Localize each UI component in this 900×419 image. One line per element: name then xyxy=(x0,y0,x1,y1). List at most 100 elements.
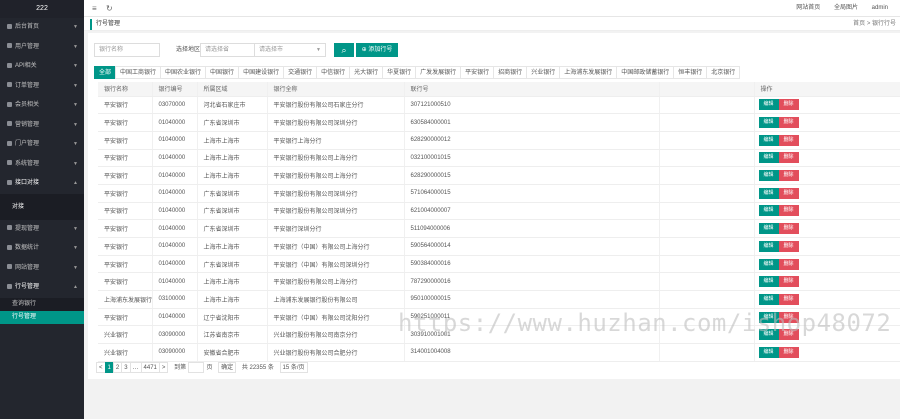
edit-button[interactable]: 编辑 xyxy=(758,134,779,146)
bank-tab-10[interactable]: 平安银行 xyxy=(460,66,495,79)
bank-tab-13[interactable]: 上海浦东发展银行 xyxy=(559,66,618,79)
bank-tab-1[interactable]: 中国工商银行 xyxy=(115,66,162,79)
edit-button[interactable]: 编辑 xyxy=(758,258,779,270)
edit-button[interactable]: 编辑 xyxy=(758,293,779,305)
bank-tab-12[interactable]: 兴业银行 xyxy=(526,66,561,79)
table-cell-empty xyxy=(659,237,755,256)
sidebar-item-3[interactable]: 订单管理 ▼ xyxy=(0,77,84,97)
city-select-value: 请选择市 xyxy=(259,47,284,53)
sidebar-item-7[interactable]: 系统管理 ▼ xyxy=(0,155,84,175)
pager-goto-input[interactable] xyxy=(187,362,204,373)
sidebar-item-9[interactable]: 提现管理 ▼ xyxy=(0,220,84,240)
bank-name-input[interactable]: 银行名称 xyxy=(94,43,160,57)
table-cell: 621004000007 xyxy=(404,202,660,221)
sidebar-subitem-bank-1[interactable]: 行号管理 xyxy=(0,310,84,324)
add-bank-number-button[interactable]: ⊕ 添加行号 xyxy=(356,43,398,57)
chevron-down-icon: ▼ xyxy=(73,225,78,232)
table-cell: 平安银行 xyxy=(98,308,153,327)
city-select[interactable]: 请选择市 ▼ xyxy=(254,43,326,57)
topbar-link-home[interactable]: 网站首页 xyxy=(796,5,820,11)
sidebar-item-label: 行号管理 xyxy=(15,284,40,290)
edit-button[interactable]: 编辑 xyxy=(758,117,779,129)
edit-button[interactable]: 编辑 xyxy=(758,205,779,217)
edit-button[interactable]: 编辑 xyxy=(758,170,779,182)
bank-tab-6[interactable]: 中信银行 xyxy=(316,66,351,79)
refresh-icon[interactable]: ↻ xyxy=(106,4,113,13)
sidebar-item-label: 提现管理 xyxy=(15,225,40,232)
bank-tab-2[interactable]: 中国农业银行 xyxy=(160,66,207,79)
topbar-user[interactable]: admin xyxy=(872,5,888,11)
sidebar-subitem-bank-0[interactable]: 查询银行 xyxy=(0,298,84,311)
topbar-link-images[interactable]: 全局图片 xyxy=(834,5,858,11)
edit-button[interactable]: 编辑 xyxy=(758,99,779,111)
pager-confirm-button[interactable]: 确定 xyxy=(218,362,237,373)
pager-next-button[interactable]: > xyxy=(158,362,169,373)
delete-button[interactable]: 删除 xyxy=(778,134,799,146)
menu-toggle-icon[interactable]: ≡ xyxy=(92,4,97,13)
bank-tab-16[interactable]: 北京银行 xyxy=(706,66,741,79)
delete-button[interactable]: 删除 xyxy=(778,99,799,111)
bank-tab-7[interactable]: 光大银行 xyxy=(349,66,384,79)
delete-button[interactable]: 删除 xyxy=(778,258,799,270)
sidebar-item-1[interactable]: 用户管理 ▼ xyxy=(0,38,84,58)
edit-button[interactable]: 编辑 xyxy=(758,276,779,288)
plus-circle-icon: ⊕ xyxy=(361,47,367,53)
table-cell: 平安银行深圳分行 xyxy=(267,219,405,238)
table-cell: 01040000 xyxy=(152,255,198,274)
sidebar-item-12[interactable]: 行号管理 ▲ xyxy=(0,278,84,298)
delete-button[interactable]: 删除 xyxy=(778,293,799,305)
table-cell: 广东省深圳市 xyxy=(197,202,268,221)
menu-icon xyxy=(7,225,12,231)
bank-tab-4[interactable]: 中国建设银行 xyxy=(238,66,285,79)
sidebar-menu: 后台首页 ▼ 用户管理 ▼ API相关 ▼ 订单管理 ▼ 会员相关 ▼ 营销管理 ▼ 门户管理 ▼ 系统管理… xyxy=(0,18,84,324)
sidebar-subitem-api[interactable]: 对接 xyxy=(0,194,84,220)
table-cell: 兴业银行 xyxy=(98,325,153,345)
delete-button[interactable]: 删除 xyxy=(778,170,799,182)
delete-button[interactable]: 删除 xyxy=(778,240,799,252)
sidebar-item-5[interactable]: 营销管理 ▼ xyxy=(0,116,84,136)
sidebar-item-0[interactable]: 后台首页 ▼ xyxy=(0,18,84,38)
pager-per-page-select[interactable]: 15 条/页 xyxy=(279,362,308,373)
topbar-links: 网站首页 全局图片 admin xyxy=(796,0,900,17)
edit-button[interactable]: 编辑 xyxy=(758,152,779,164)
table-cell-empty xyxy=(659,219,755,238)
delete-button[interactable]: 删除 xyxy=(778,346,799,358)
region-label: 选择地区 xyxy=(176,47,201,53)
table-cell: 01040000 xyxy=(152,166,198,185)
table-cell-empty xyxy=(659,184,755,203)
sidebar-item-8[interactable]: 接口对接 ▲ xyxy=(0,174,84,194)
delete-button[interactable]: 删除 xyxy=(778,117,799,129)
bank-tab-11[interactable]: 招商银行 xyxy=(493,66,528,79)
delete-button[interactable]: 删除 xyxy=(778,223,799,235)
sidebar-item-6[interactable]: 门户管理 ▼ xyxy=(0,135,84,155)
table-cell: 平安银行 xyxy=(98,166,153,185)
pager-page-last[interactable]: 4471 xyxy=(140,362,160,373)
chevron-down-icon: ▼ xyxy=(73,102,78,108)
sidebar-item-10[interactable]: 数据统计 ▼ xyxy=(0,239,84,259)
delete-button[interactable]: 删除 xyxy=(778,276,799,288)
sidebar-item-2[interactable]: API相关 ▼ xyxy=(0,57,84,77)
sidebar-item-11[interactable]: 网站管理 ▼ xyxy=(0,259,84,279)
bank-tab-15[interactable]: 恒丰银行 xyxy=(673,66,708,79)
sidebar-item-4[interactable]: 会员相关 ▼ xyxy=(0,96,84,116)
delete-button[interactable]: 删除 xyxy=(778,152,799,164)
edit-button[interactable]: 编辑 xyxy=(758,187,779,199)
chevron-down-icon: ▼ xyxy=(73,82,78,89)
table-cell: 平安银行上海分行 xyxy=(267,131,405,150)
table-cell-empty xyxy=(659,166,755,185)
row-actions: 编辑 删除 xyxy=(754,343,900,362)
bank-tab-8[interactable]: 华夏银行 xyxy=(382,66,417,79)
bank-tab-0[interactable]: 全部 xyxy=(94,66,117,79)
bank-tab-9[interactable]: 广发发展银行 xyxy=(415,66,462,79)
table-cell: 平安银行 xyxy=(98,131,153,150)
delete-button[interactable]: 删除 xyxy=(778,205,799,217)
edit-button[interactable]: 编辑 xyxy=(758,240,779,252)
bank-tab-5[interactable]: 交通银行 xyxy=(283,66,318,79)
bank-tab-14[interactable]: 中国邮政储蓄银行 xyxy=(616,66,675,79)
delete-button[interactable]: 删除 xyxy=(778,187,799,199)
search-button[interactable]: ⌕ xyxy=(334,43,354,57)
edit-button[interactable]: 编辑 xyxy=(758,346,779,358)
edit-button[interactable]: 编辑 xyxy=(758,223,779,235)
table-cell-empty xyxy=(659,96,755,115)
bank-tab-3[interactable]: 中国银行 xyxy=(205,66,240,79)
